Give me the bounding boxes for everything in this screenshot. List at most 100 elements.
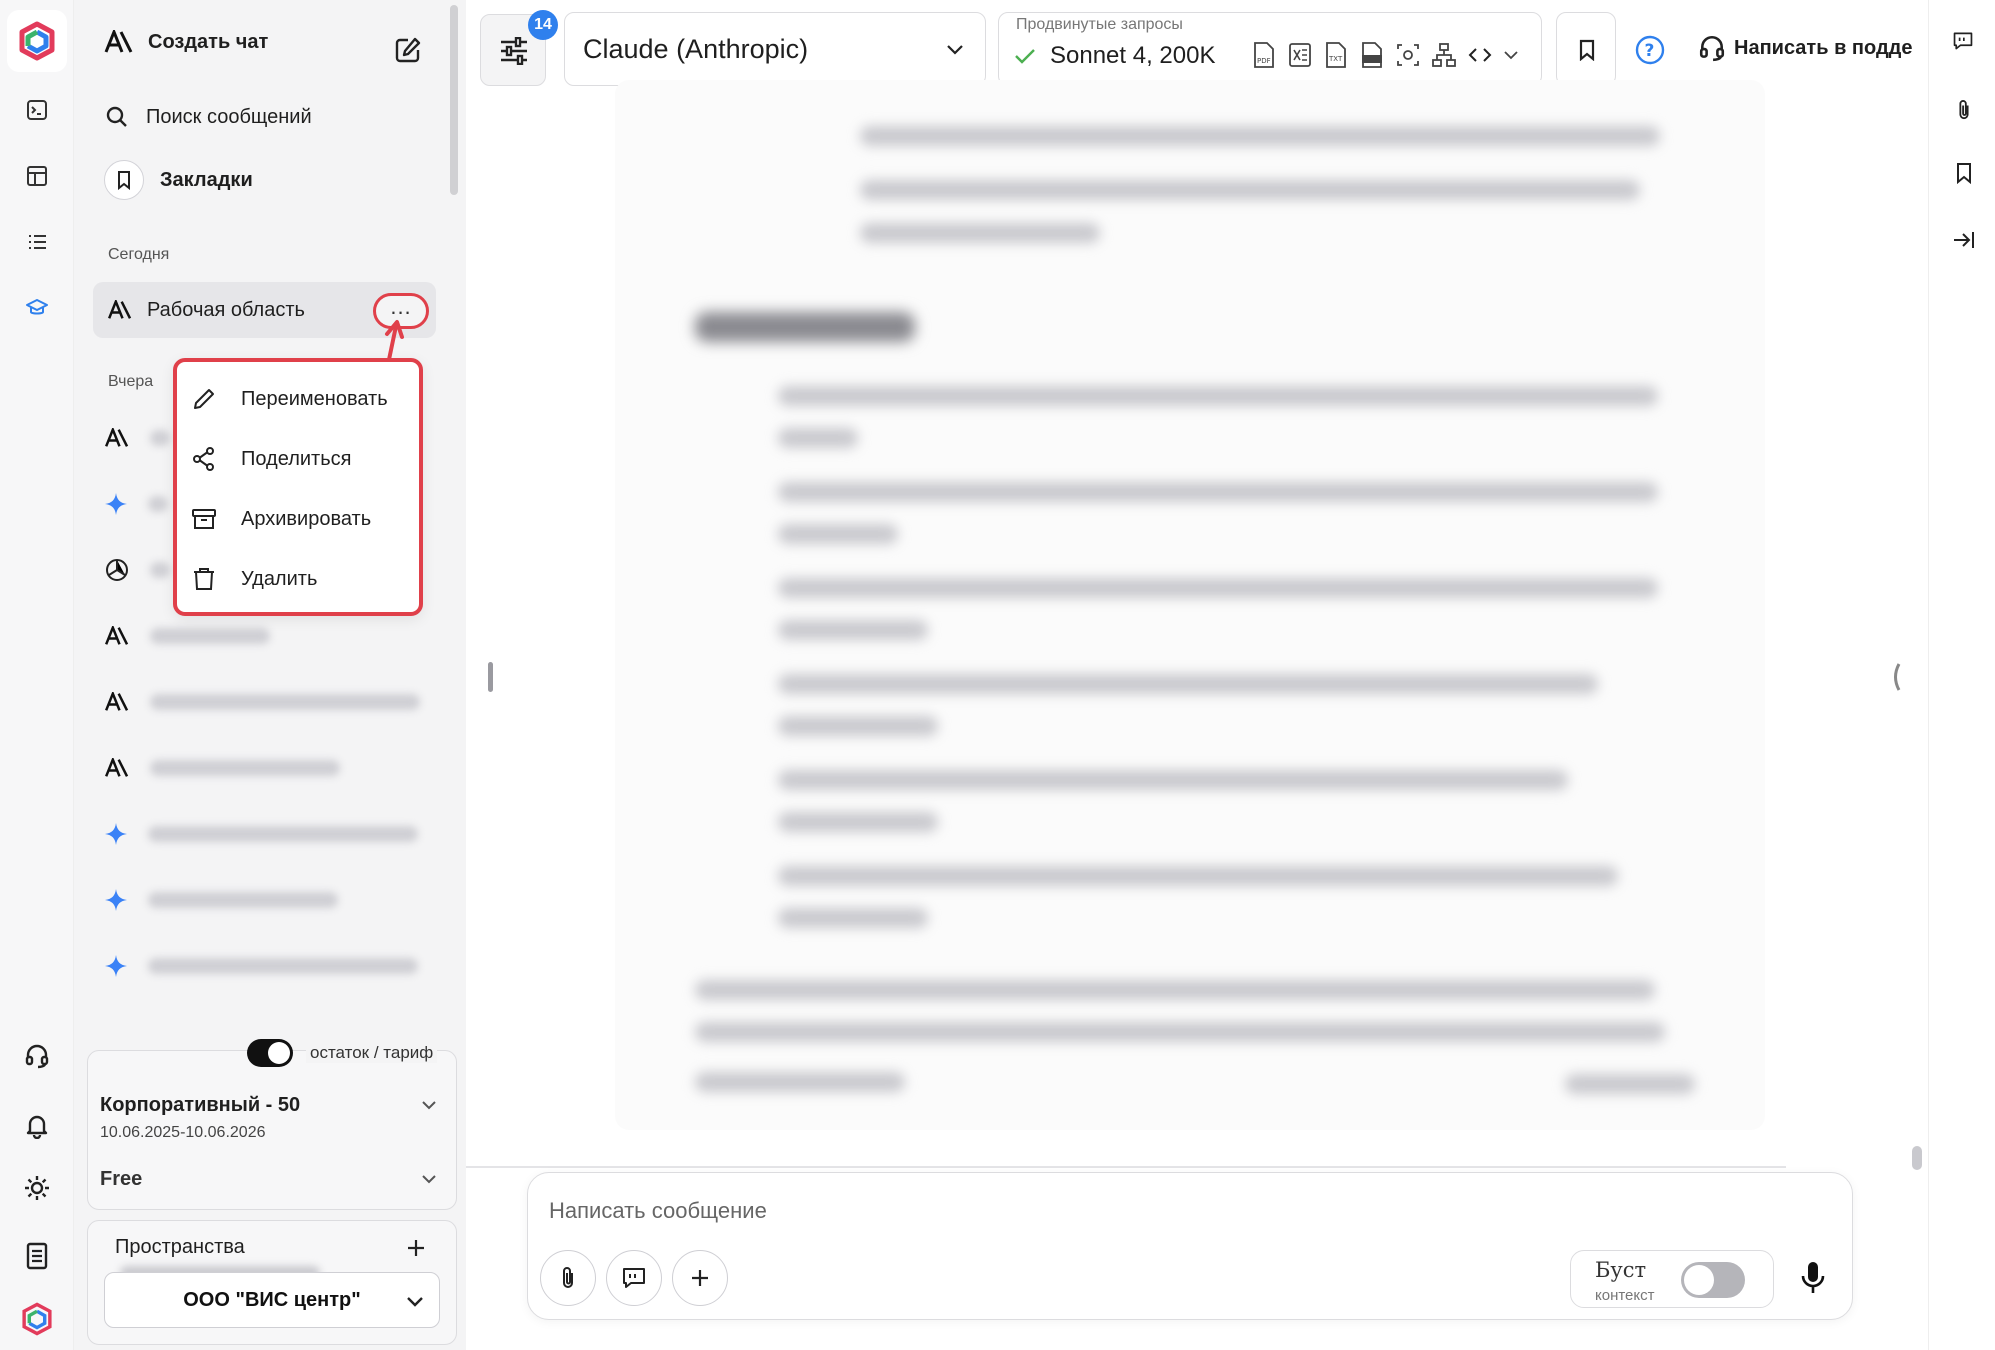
organization-select[interactable]: ООО "ВИС центр" [104,1272,440,1328]
check-icon [1015,49,1035,64]
svg-text:PDF: PDF [1257,57,1271,65]
headset-icon[interactable] [17,1036,57,1076]
model-name: Claude (Anthropic) [583,34,809,64]
table-icon[interactable] [17,156,57,196]
document-icon[interactable] [17,1236,57,1276]
free-label: Free [100,1168,143,1190]
collapse-panel-icon[interactable] [1951,228,1977,252]
composer-divider [466,1166,1786,1168]
balance-tariff-toggle[interactable] [247,1039,293,1067]
plus-icon [692,1270,708,1286]
compose-icon[interactable] [394,36,422,64]
sliders-icon [501,37,527,65]
sub-model-name: Sonnet 4, 200K [1050,42,1216,69]
search-messages-button[interactable]: Поиск сообщений [104,104,312,130]
menu-item-delete[interactable]: Удалить [191,556,317,602]
main-scrollbar[interactable] [1912,1146,1922,1170]
bookmark-icon[interactable] [1955,162,1973,184]
chat-title-blurred [148,496,168,512]
bookmark-button[interactable] [1556,12,1616,86]
pencil-icon [194,389,214,409]
pdf-file-icon[interactable]: PDF [1251,41,1277,69]
anthropic-icon [105,758,129,777]
right-rail [1928,0,1995,1350]
anthropic-icon [105,428,129,447]
list-item[interactable] [104,682,420,722]
list-item[interactable] [104,748,340,788]
left-resize-handle[interactable] [488,662,493,692]
paperclip-icon [563,1267,573,1288]
bookmark-icon [1579,39,1595,61]
add-space-plus-icon[interactable] [404,1236,428,1260]
more-dots-icon: ... [390,294,412,319]
bookmarks-label: Закладки [160,168,253,191]
prompts-button[interactable] [606,1250,662,1306]
list-item[interactable] [104,880,338,920]
headset-icon [1699,35,1725,62]
list-item[interactable] [104,484,168,524]
sun-icon[interactable] [17,1168,57,1208]
menu-item-rename[interactable]: Переименовать [191,376,388,422]
support-button[interactable]: Написать в подде [1698,34,1912,62]
gemini-sparkle-icon [105,955,127,977]
new-chat-label: Создать чат [148,30,269,53]
share-icon [193,447,214,471]
paperclip-icon[interactable] [1954,98,1974,122]
chat-title-blurred [150,760,340,776]
bookmarks-button[interactable]: Закладки [104,160,253,200]
settings-count-badge: 14 [528,10,558,40]
list-item[interactable] [104,946,418,986]
txt-file-icon[interactable]: TXT [1323,41,1349,69]
spaces-title: Пространства [115,1236,245,1258]
plan-chevron-down-icon[interactable] [420,1096,438,1114]
right-panel-toggle-icon[interactable] [1888,660,1904,694]
bell-icon[interactable] [17,1106,57,1146]
sidebar-scrollbar[interactable] [450,5,458,195]
terminal-icon[interactable] [17,90,57,130]
list-item[interactable] [104,550,170,590]
list-icon[interactable] [17,222,57,262]
menu-share-label: Поделиться [241,447,352,470]
code-icon[interactable] [1467,41,1493,69]
gemini-sparkle-icon [105,493,127,515]
list-item[interactable] [104,418,170,458]
anthropic-icon [104,30,133,53]
list-item[interactable] [104,616,270,656]
menu-archive-label: Архивировать [241,507,372,530]
chat-title-blurred [150,562,170,578]
add-button[interactable] [672,1250,728,1306]
microphone-icon[interactable] [1798,1260,1828,1296]
sub-model-select[interactable]: Sonnet 4, 200K [1014,42,1215,70]
openai-icon [106,559,128,581]
tools-chevron-down-icon[interactable] [1503,41,1519,69]
screenshot-scan-icon[interactable] [1395,41,1421,69]
search-messages-label: Поиск сообщений [146,105,312,128]
app-logo-icon[interactable] [7,10,67,72]
menu-item-share[interactable]: Поделиться [191,436,351,482]
anthropic-icon [105,692,129,711]
archive-icon [192,509,216,529]
chat-quote-icon[interactable] [1952,30,1974,52]
graduation-cap-icon[interactable] [17,288,57,328]
svg-text:?: ? [1645,41,1655,61]
diagram-icon[interactable] [1431,41,1457,69]
excel-file-icon[interactable] [1287,41,1313,69]
boost-toggle[interactable] [1681,1262,1745,1298]
model-chevron-down-icon [945,40,965,58]
section-yesterday: Вчера [108,373,154,390]
chat-title-blurred [148,958,418,974]
attach-button[interactable] [540,1250,596,1306]
free-chevron-down-icon[interactable] [420,1170,438,1188]
gemini-sparkle-icon [105,823,127,845]
chat-title-blurred [148,892,338,908]
section-today: Сегодня [108,246,170,263]
menu-item-archive[interactable]: Архивировать [191,496,371,542]
docx-file-icon[interactable] [1359,41,1385,69]
plan-dates: 10.06.2025-10.06.2026 [100,1124,266,1141]
new-chat-button[interactable]: Создать чат [104,30,428,54]
help-icon[interactable]: ? [1634,34,1666,66]
list-item[interactable] [104,814,418,854]
chat-title-blurred [150,628,270,644]
message-input[interactable]: Написать сообщение [549,1198,767,1224]
bookmark-icon [104,160,144,200]
